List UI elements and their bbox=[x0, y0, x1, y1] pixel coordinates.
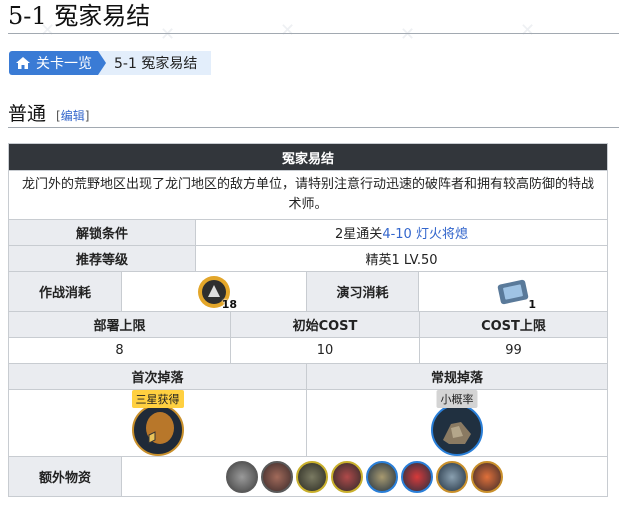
practice-cost-value: 1 bbox=[418, 272, 607, 311]
extra-item-icon[interactable] bbox=[366, 460, 398, 493]
edit-bracket-close: ] bbox=[84, 109, 90, 123]
unlock-value: 2星通关 4-10 灯火将熄 bbox=[195, 220, 607, 245]
initial-cost-label: 初始COST bbox=[230, 312, 419, 337]
stage-info-table: 冤家易结 龙门外的荒野地区出现了龙门地区的敌方单位，请特别注意行动迅速的破阵者和… bbox=[8, 143, 608, 497]
deploy-label: 部署上限 bbox=[9, 312, 230, 337]
extra-item-icon[interactable] bbox=[261, 460, 293, 493]
extra-item-icon[interactable] bbox=[436, 460, 468, 493]
breadcrumb-current: 5-1 冤家易结 bbox=[106, 51, 212, 75]
extra-item-icon[interactable] bbox=[401, 460, 433, 493]
breadcrumb: 关卡一览 5-1 冤家易结 bbox=[9, 51, 212, 75]
breadcrumb-separator bbox=[98, 51, 106, 75]
first-drop-item-icon[interactable] bbox=[131, 404, 184, 456]
stage-description: 龙门外的荒野地区出现了龙门地区的敌方单位，请特别注意行动迅速的破阵者和拥有较高防… bbox=[21, 177, 594, 212]
section-header: 普通 [编辑] bbox=[8, 99, 89, 126]
unlock-label: 解锁条件 bbox=[9, 220, 195, 245]
battle-cost-label: 作战消耗 bbox=[9, 272, 121, 311]
edit-section: [编辑] bbox=[56, 107, 89, 124]
normal-drop-badge: 小概率 bbox=[436, 390, 478, 408]
stage-name: 冤家易结 bbox=[9, 144, 607, 170]
unlock-stage-link[interactable]: 4-10 灯火将熄 bbox=[382, 223, 468, 242]
cost-limit-value: 99 bbox=[419, 338, 607, 363]
practice-cost-count: 1 bbox=[528, 297, 536, 311]
extra-item-icon[interactable] bbox=[471, 460, 503, 493]
first-drop-cell: 三星获得 bbox=[9, 390, 306, 456]
extra-label: 额外物资 bbox=[9, 457, 121, 496]
unlock-prefix: 2星通关 bbox=[335, 227, 383, 242]
sanity-icon: 18 bbox=[197, 275, 237, 311]
section-divider bbox=[8, 127, 619, 128]
first-drop-label: 首次掉落 bbox=[9, 364, 306, 389]
cost-limit-label: COST上限 bbox=[419, 312, 607, 337]
normal-drop-item-icon[interactable] bbox=[431, 404, 483, 456]
battle-cost-value: 18 bbox=[121, 272, 306, 311]
recommend-value: 精英1 LV.50 bbox=[195, 246, 607, 271]
breadcrumb-home[interactable]: 关卡一览 bbox=[9, 51, 98, 75]
deploy-value: 8 bbox=[115, 343, 124, 358]
first-drop-badge: 三星获得 bbox=[131, 390, 184, 408]
normal-drop-cell: 小概率 bbox=[306, 390, 607, 456]
practice-ticket-icon: 1 bbox=[496, 275, 536, 311]
extra-items bbox=[121, 457, 607, 496]
home-icon bbox=[16, 57, 30, 69]
title-divider bbox=[8, 33, 619, 34]
breadcrumb-home-label: 关卡一览 bbox=[36, 56, 92, 72]
extra-item-icon[interactable] bbox=[296, 460, 328, 493]
extra-item-icon[interactable] bbox=[331, 460, 363, 493]
extra-item-icon[interactable] bbox=[226, 460, 258, 493]
battle-cost-count: 18 bbox=[221, 297, 237, 311]
initial-cost-value: 10 bbox=[230, 338, 419, 363]
practice-cost-label: 演习消耗 bbox=[306, 272, 418, 311]
recommend-label: 推荐等级 bbox=[9, 246, 195, 271]
page-title: 5-1 冤家易结 bbox=[8, 2, 151, 30]
section-title: 普通 bbox=[8, 103, 47, 125]
edit-link[interactable]: 编辑 bbox=[61, 109, 85, 123]
normal-drop-label: 常规掉落 bbox=[306, 364, 607, 389]
